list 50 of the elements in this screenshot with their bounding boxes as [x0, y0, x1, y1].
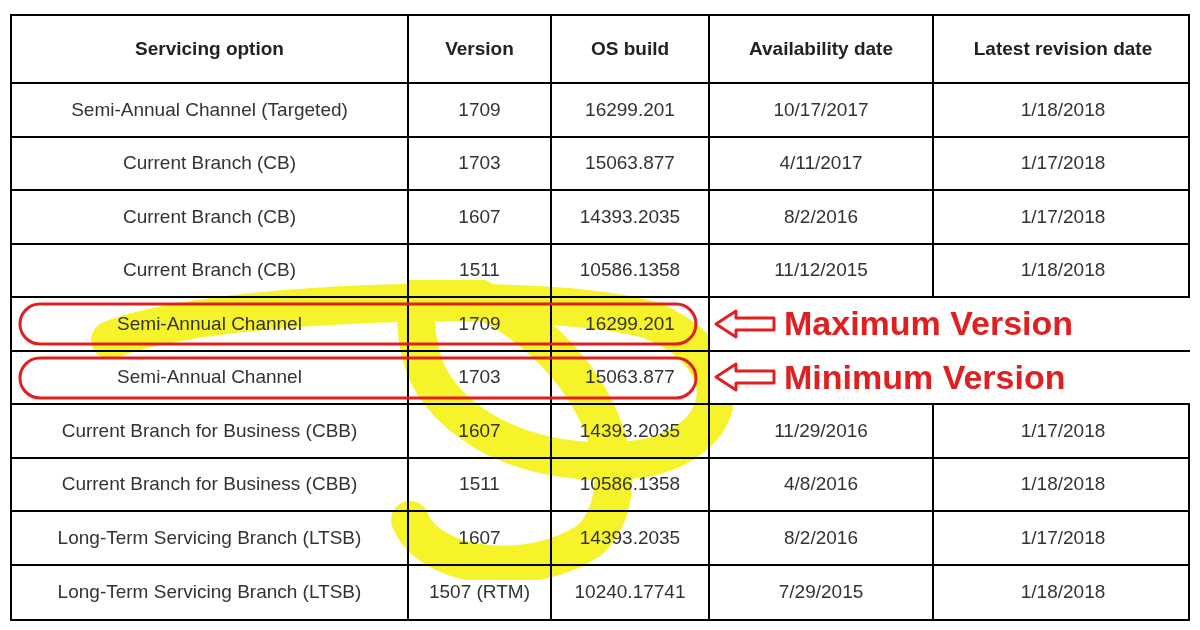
table-cell-text: Current Branch (CB) — [122, 151, 297, 175]
table-cell-text: 4/11/2017 — [779, 151, 863, 175]
table-cell-text: 10/17/2017 — [773, 97, 869, 122]
table-cell-text: 1/17/2018 — [1020, 151, 1106, 175]
column-header: OS build — [550, 16, 708, 82]
table-cell-text: 16299.201 — [585, 311, 675, 336]
table-cell-text: 1/18/2018 — [1020, 258, 1106, 282]
table-cell-text: Current Branch (CB) — [122, 204, 297, 229]
table-cell-text: 14393.2035 — [579, 204, 681, 229]
table-cell-text: 1/18/2018 — [1020, 472, 1106, 496]
annotation-label: Minimum Version — [784, 356, 1066, 398]
table-cell-text: 8/2/2016 — [784, 204, 858, 229]
column-header: Version — [407, 16, 550, 82]
table-cell-text: Long-Term Servicing Branch (LTSB) — [57, 525, 362, 550]
table-cell-text: 7/29/2015 — [778, 580, 864, 604]
table-cell-text: 1/17/2018 — [1020, 525, 1106, 550]
table-cell-text: 1607 — [458, 418, 501, 443]
table-cell-text: 1507 (RTM) — [429, 580, 530, 604]
annotation-label: Maximum Version — [784, 303, 1074, 345]
table-cell-text: Semi-Annual Channel (Targeted) — [71, 97, 348, 122]
table-cell-text: 8/2/2016 — [784, 525, 858, 550]
table-cell-text: 1511 — [459, 472, 500, 496]
table-cell-text: 1511 — [459, 258, 500, 282]
table-cell-text: 1703 — [458, 151, 501, 175]
table-cell-text: 11/29/2016 — [774, 418, 868, 443]
table-cell-text: 11/12/2015 — [774, 258, 868, 282]
table-cell-text: Semi-Annual Channel — [117, 311, 302, 336]
table-cell-text: 1607 — [458, 525, 501, 550]
table-cell-text: 16299.201 — [585, 97, 675, 122]
table-cell-text: 1/17/2018 — [1020, 418, 1106, 443]
table-cell-text: 1709 — [458, 97, 501, 122]
table-cell-text: 1607 — [458, 204, 501, 229]
column-header: Latest revision date — [932, 16, 1192, 82]
table-cell-text: 1/18/2018 — [1020, 97, 1106, 122]
table-cell-text: Current Branch for Business (CBB) — [61, 472, 358, 496]
table-cell-text: 1703 — [458, 365, 501, 389]
column-header: Availability date — [708, 16, 932, 82]
table-cell-text: 4/8/2016 — [784, 472, 858, 496]
table-cell-text: 1/17/2018 — [1020, 204, 1106, 229]
column-header: Servicing option — [134, 36, 285, 61]
table-cell-text: 15063.877 — [585, 151, 675, 175]
table-cell-text: Semi-Annual Channel — [117, 365, 302, 389]
arrow-icon — [714, 362, 776, 393]
table-cell-text: Current Branch (CB) — [122, 258, 297, 282]
table-cell-text: 10586.1358 — [579, 258, 681, 282]
table-cell-text: Current Branch for Business (CBB) — [61, 418, 358, 443]
table-cell-text: 10240.17741 — [574, 580, 686, 604]
arrow-icon — [714, 308, 776, 339]
table-cell-text: Long-Term Servicing Branch (LTSB) — [57, 580, 362, 604]
table-cell-text: 1/18/2018 — [1020, 580, 1106, 604]
